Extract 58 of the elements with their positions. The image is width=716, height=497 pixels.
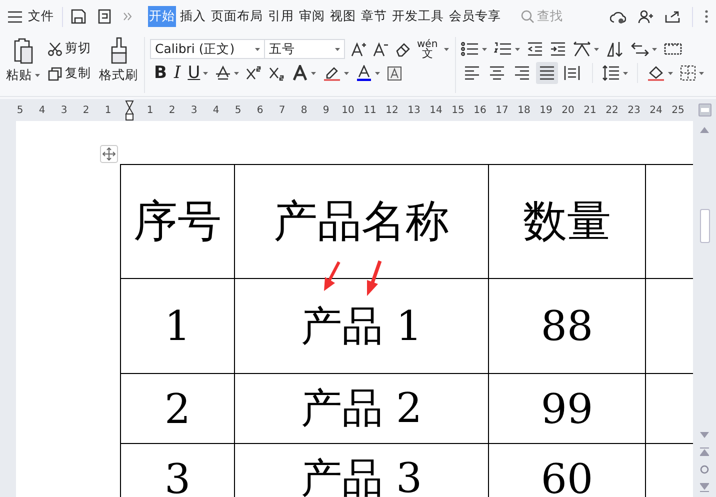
- table-cell: 产品 2: [234, 374, 488, 444]
- ruler-number: 20: [560, 104, 576, 116]
- ruler-number: 9: [322, 104, 330, 116]
- ruler-number: 16: [472, 104, 488, 116]
- underline-button[interactable]: U: [188, 63, 200, 83]
- ribbon-tab[interactable]: 审阅: [298, 6, 326, 27]
- column-header: 产品名称: [234, 164, 488, 278]
- ruler-number: 2: [168, 104, 176, 116]
- ruler-number: 15: [450, 104, 466, 116]
- ruler-number: 13: [406, 104, 422, 116]
- ruler-number: 8: [300, 104, 308, 116]
- ruler-number: 14: [428, 104, 444, 116]
- ruler-number: 7: [278, 104, 286, 116]
- file-menu[interactable]: 文件: [28, 8, 54, 25]
- ruler-number: 19: [538, 104, 554, 116]
- column-header: 数量: [488, 164, 646, 278]
- ribbon-tab[interactable]: 视图: [329, 6, 357, 27]
- bold-button[interactable]: B: [154, 63, 167, 83]
- italic-button[interactable]: I: [174, 63, 181, 83]
- table-cell: 2: [120, 374, 234, 444]
- pinyin-button[interactable]: wén 文: [417, 40, 438, 58]
- ribbon-tab[interactable]: 章节: [360, 6, 388, 27]
- ruler-number: 5: [16, 104, 24, 116]
- ruler-number: 25: [670, 104, 686, 116]
- ruler-number: 3: [190, 104, 198, 116]
- paste-button[interactable]: 粘贴: [6, 67, 40, 84]
- table-cell: 1: [120, 278, 234, 374]
- ruler-number: 11: [362, 104, 378, 116]
- ruler-number: 1: [104, 104, 112, 116]
- ruler-number: 4: [212, 104, 220, 116]
- format-painter-button[interactable]: 格式刷: [99, 67, 138, 84]
- font-size-field[interactable]: 五号: [265, 39, 345, 59]
- table-cell: 88: [488, 278, 646, 374]
- ribbon-tab[interactable]: 页面布局: [210, 6, 264, 27]
- font-name-field[interactable]: Calibri (正文): [150, 39, 265, 59]
- ribbon-tab[interactable]: 开发工具: [391, 6, 445, 27]
- ruler-number: 6: [256, 104, 264, 116]
- ruler-number: 3: [60, 104, 68, 116]
- column-header: 序号: [120, 164, 234, 278]
- ruler-number: 21: [582, 104, 598, 116]
- ruler-number: 5: [234, 104, 242, 116]
- ruler-number: 1: [146, 104, 154, 116]
- ruler-number: 2: [82, 104, 90, 116]
- copy-button[interactable]: 复制: [48, 65, 91, 82]
- ribbon-tab[interactable]: 会员专享: [448, 6, 502, 27]
- ruler-number: 22: [604, 104, 620, 116]
- table-cell: 99: [488, 374, 646, 444]
- ruler-number: 24: [648, 104, 664, 116]
- ruler-number: 10: [340, 104, 356, 116]
- table-cell: 3: [120, 444, 234, 497]
- ruler-number: 23: [626, 104, 642, 116]
- ribbon-tab[interactable]: 插入: [179, 6, 207, 27]
- ribbon-tab[interactable]: 引用: [267, 6, 295, 27]
- ruler-number: 4: [38, 104, 46, 116]
- cut-button[interactable]: 剪切: [48, 40, 91, 57]
- ruler-number: 18: [516, 104, 532, 116]
- ruler-number: 17: [494, 104, 510, 116]
- ruler-number: 12: [384, 104, 400, 116]
